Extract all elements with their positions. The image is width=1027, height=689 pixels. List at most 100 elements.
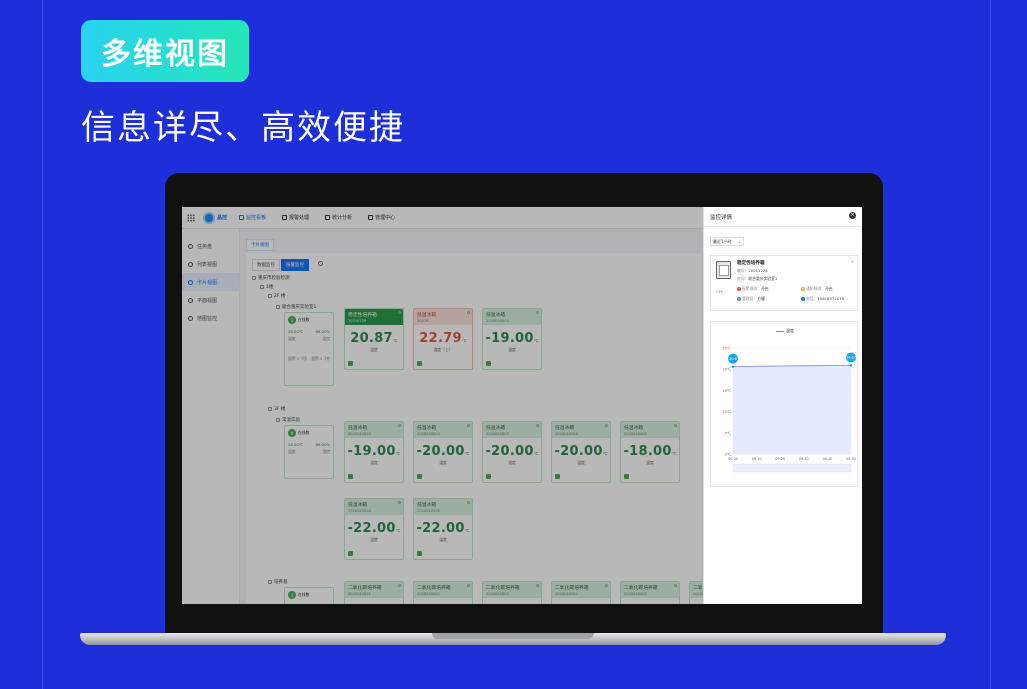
device-name: 低温冰箱 [555, 426, 575, 431]
value-pin-label: 20.6 [729, 357, 737, 361]
card-panel: 数据监控 报警监控 重庆市检验检测 1楼 2F 楼 联合重庆实验室1 3 在线数 … [246, 253, 749, 604]
checkbox[interactable] [276, 305, 280, 309]
device-code: 20211228 [748, 268, 768, 273]
y-tick-label: 15℃ [722, 389, 731, 393]
temperature-unit: ℃ [392, 338, 398, 343]
tree-lab-1[interactable]: 联合重庆实验室1 [276, 304, 316, 310]
more-icon[interactable] [605, 584, 608, 587]
temperature-value: 20.87 [350, 331, 393, 346]
online-status-icon [624, 474, 629, 479]
device-temperature: -18.00℃ [621, 444, 679, 459]
device-card[interactable]: 低温冰箱 2020040003 -19.00℃ 温度 [482, 308, 542, 370]
device-card[interactable]: 低温冰箱 2020040004 -22.00℃ 温度 [344, 498, 404, 560]
x-tick-label: 09:40 [823, 457, 833, 461]
device-card[interactable]: 低温冰箱 2020040007 -20.00℃ 温度 [482, 421, 542, 483]
checkbox[interactable] [268, 294, 272, 298]
device-card-header: 低温冰箱 2020040008 [552, 422, 610, 438]
nav-admin[interactable]: 管理中心 [364, 207, 399, 229]
device-metric-label: 温度 [508, 347, 516, 352]
checkbox[interactable] [268, 407, 272, 411]
more-icon[interactable] [467, 424, 470, 427]
phone-line: 电话：15618572075 [801, 296, 844, 302]
more-icon[interactable] [398, 501, 401, 504]
segment-alarm[interactable]: 报警监控 [281, 259, 309, 271]
device-card[interactable]: 低温冰箱 2020040006 -22.00℃ 温度 [413, 498, 473, 560]
more-icon[interactable] [536, 584, 539, 587]
group-label: 在线数 [298, 430, 310, 435]
more-icon[interactable] [536, 311, 539, 314]
temperature-value: -20.00 [485, 444, 534, 459]
series-area [733, 365, 851, 454]
collapse-icon[interactable]: × [851, 259, 854, 264]
tree-lab-3[interactable]: 培养基 [268, 579, 288, 585]
device-card[interactable]: 低温冰箱 2020040008 -20.00℃ 温度 [551, 421, 611, 483]
checkbox[interactable] [276, 418, 280, 422]
temperature-line-chart[interactable]: 25℃ 20℃ 15℃ 10℃ 5℃ 0℃09:00 09:10 09:20 09:30 09:4… [711, 336, 859, 486]
device-name: 低温冰箱 [417, 313, 437, 318]
device-card[interactable]: 二氧化碳培养箱 2020040001 [344, 581, 404, 604]
more-icon[interactable] [674, 424, 677, 427]
more-icon[interactable] [398, 424, 401, 427]
device-card[interactable]: 二氧化碳培养箱 2020040003 [482, 581, 542, 604]
time-range-select[interactable]: 最近1小时 ⌄ [710, 237, 744, 246]
more-icon[interactable] [674, 584, 677, 587]
group-card-3[interactable]: 4 在线数 [284, 587, 334, 604]
tree-floor-3f[interactable]: 3F 楼 [268, 406, 285, 412]
temperature-unit: ℃ [671, 451, 677, 456]
device-code-line: 编号：20211228 [737, 268, 768, 274]
manager-label: 管理员： [742, 296, 758, 301]
settings-icon[interactable] [318, 261, 323, 266]
more-icon[interactable] [536, 424, 539, 427]
group-card-2[interactable]: 9 在线数 26.00℃ 66.00% 温度 湿度 [284, 425, 334, 479]
sidebar-item-list[interactable]: 列表视图 [182, 255, 239, 273]
nav-monitor[interactable]: 监控看板 [235, 207, 270, 229]
device-name: 稳定性培养箱 [348, 313, 377, 318]
checkbox[interactable] [260, 285, 264, 289]
chart-legend[interactable]: 温度 [711, 328, 859, 334]
more-icon[interactable] [467, 501, 470, 504]
sidebar-item-plan[interactable]: 平面视图 [182, 291, 239, 309]
sidebar-item-map[interactable]: 地图监控 [182, 309, 239, 327]
nav-stats[interactable]: 统计分析 [321, 207, 356, 229]
segment-data[interactable]: 数据监控 [252, 259, 280, 271]
device-card[interactable]: 低温冰箱 2020040009 -18.00℃ 温度 [620, 421, 680, 483]
checkbox[interactable] [252, 276, 256, 280]
device-name: 二氧化碳培养箱 [486, 586, 520, 591]
tree-lab-2[interactable]: 常温实验 [276, 417, 300, 423]
more-icon[interactable] [605, 424, 608, 427]
legend-marker [776, 330, 784, 332]
more-icon[interactable] [398, 311, 401, 314]
device-card[interactable]: 二氧化碳培养箱 2020040002 [413, 581, 473, 604]
group-icon: 3 [288, 316, 296, 324]
device-card-header: 二氧化碳培养箱 2020040005 [621, 582, 679, 598]
more-icon[interactable] [398, 584, 401, 587]
more-icon[interactable] [467, 584, 470, 587]
temperature-unit: ℃ [461, 338, 467, 343]
more-icon[interactable] [467, 311, 470, 314]
device-card[interactable]: 低温冰箱 2021R 22.79℃ 温度（上） [413, 308, 473, 370]
device-card[interactable]: 低温冰箱 2020040003 -19.00℃ 温度 [344, 421, 404, 483]
sidebar-item-label: 任务盘 [197, 243, 213, 250]
close-icon[interactable]: × [849, 212, 856, 219]
device-code: 2020040007 [486, 432, 509, 436]
list-icon [188, 261, 193, 267]
nav-alarm[interactable]: 报警处理 [278, 207, 313, 229]
apps-grid-icon[interactable] [187, 213, 195, 222]
device-card[interactable]: 低温冰箱 2020040005 -20.00℃ 温度 [413, 421, 473, 483]
chart-icon [325, 215, 331, 220]
tab-card-view[interactable]: 卡片视图 [246, 239, 274, 251]
device-card[interactable]: 二氧化碳培养箱 2020040004 [551, 581, 611, 604]
device-card[interactable]: 稳定性培养箱 20210228 20.87℃ 温度 [344, 308, 404, 370]
nav-label: 统计分析 [332, 215, 353, 221]
device-room: 联合重庆实验室1 [748, 276, 778, 281]
checkbox[interactable] [268, 580, 272, 584]
sidebar-item-cards[interactable]: 卡片视图 [182, 273, 239, 291]
tree-floor-2f[interactable]: 2F 楼 [268, 293, 285, 299]
tree-building[interactable]: 1楼 [260, 284, 273, 290]
device-card[interactable]: 二氧化碳培养箱 2020040005 [620, 581, 680, 604]
sidebar-item-task[interactable]: 任务盘 [182, 237, 239, 255]
device-name: 低温冰箱 [486, 426, 506, 431]
group-card-1[interactable]: 3 在线数 26.00℃ 66.00% 温度 湿度 报警 0（项 报警 0（外 [284, 312, 334, 386]
tree-root[interactable]: 重庆市检验检测 [252, 275, 290, 281]
device-name: 稳定性培养箱 [737, 261, 765, 266]
